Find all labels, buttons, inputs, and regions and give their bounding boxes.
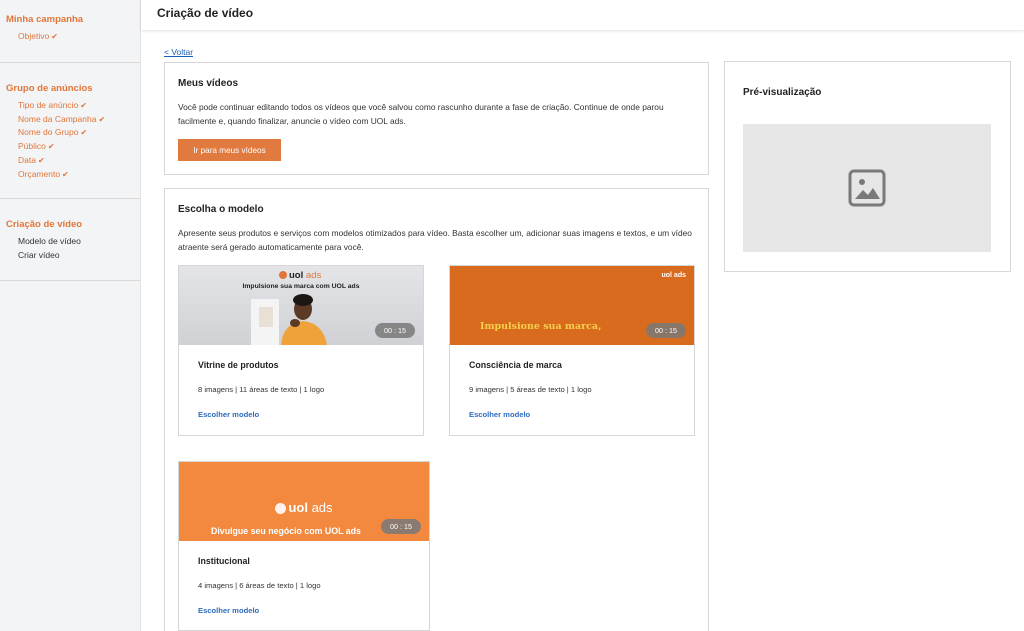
template-card-institucional[interactable]: uol ads Divulgue seu negócio com UOL ads… xyxy=(178,461,430,631)
models-description: Apresente seus produtos e serviços com m… xyxy=(178,228,692,252)
my-videos-panel: Meus vídeos Você pode continuar editando… xyxy=(164,62,709,175)
sidebar-item-label: Nome da Campanha xyxy=(18,113,97,124)
sidebar-item-orcamento[interactable]: Orçamento ✔ xyxy=(18,168,140,182)
template-meta: 4 imagens | 6 áreas de texto | 1 logo xyxy=(198,581,321,590)
uol-logo-icon xyxy=(275,503,287,515)
duration-badge: 00 : 15 xyxy=(646,323,686,338)
sidebar-section-title[interactable]: Minha campanha xyxy=(6,14,140,25)
go-to-my-videos-button[interactable]: Ir para meus vídeos xyxy=(178,139,281,161)
page-title: Criação de vídeo xyxy=(157,6,254,20)
uol-logo-icon xyxy=(279,271,287,280)
models-panel: Escolha o modelo Apresente seus produtos… xyxy=(164,188,709,631)
template-name: Vitrine de produtos xyxy=(198,360,279,370)
sidebar-item-criar-video[interactable]: Criar vídeo xyxy=(18,249,140,263)
check-icon: ✔ xyxy=(80,101,87,110)
sidebar-item-label: Data xyxy=(18,154,36,165)
check-icon: ✔ xyxy=(37,155,45,165)
sidebar-section-campaign: Minha campanha Objetivo ✔ xyxy=(0,0,140,63)
preview-placeholder xyxy=(743,124,991,252)
my-videos-title: Meus vídeos xyxy=(178,78,239,89)
sidebar-item-tipo-anuncio[interactable]: Tipo de anúncio ✔ xyxy=(18,99,140,113)
sidebar-item-label: Orçamento xyxy=(18,168,61,179)
sidebar-item-nome-campanha[interactable]: Nome da Campanha ✔ xyxy=(18,113,140,127)
logo-text: uol xyxy=(289,270,304,281)
sidebar-section-title[interactable]: Criação de vídeo xyxy=(6,219,140,230)
template-card-consciencia[interactable]: uol ads Impulsione sua marca, 00 : 15 Co… xyxy=(449,265,695,436)
my-videos-description: Você pode continuar editando todos os ví… xyxy=(178,102,664,126)
back-link[interactable]: < Voltar xyxy=(164,47,193,57)
template-card-vitrine[interactable]: uol ads Impulsione sua marca com UOL ads… xyxy=(178,265,424,436)
choose-template-link[interactable]: Escolher modelo xyxy=(469,410,530,419)
sidebar-item-publico[interactable]: Público ✔ xyxy=(18,140,140,154)
template-name: Institucional xyxy=(198,556,250,566)
template-name: Consciência de marca xyxy=(469,360,562,370)
sidebar-section-title[interactable]: Grupo de anúncios xyxy=(6,83,140,94)
sidebar-item-objetivo[interactable]: Objetivo ✔ xyxy=(18,30,140,44)
sidebar-item-data[interactable]: Data ✔ xyxy=(18,154,140,168)
uol-ads-logo: uol ads xyxy=(279,270,321,281)
thumbnail-headline: Impulsione sua marca, xyxy=(480,321,602,332)
sidebar: Minha campanha Objetivo ✔ Grupo de anúnci… xyxy=(0,0,141,631)
thumbnail-headline: Impulsione sua marca com UOL ads xyxy=(242,283,360,290)
duration-badge: 00 : 15 xyxy=(381,519,421,534)
sidebar-item-nome-grupo[interactable]: Nome do Grupo ✔ xyxy=(18,126,140,140)
logo-text: uol xyxy=(288,500,308,515)
sidebar-section-video-creation: Criação de vídeo Modelo de vídeo Criar v… xyxy=(0,199,140,281)
check-icon: ✔ xyxy=(98,114,106,124)
sidebar-item-label: Público xyxy=(18,141,46,152)
uol-ads-logo: uol ads xyxy=(661,272,686,279)
check-icon: ✔ xyxy=(47,142,55,152)
sidebar-section-ad-group: Grupo de anúncios Tipo de anúncio ✔ Nome … xyxy=(0,63,140,199)
template-thumbnail[interactable]: uol ads Impulsione sua marca com UOL ads… xyxy=(179,266,423,345)
template-meta: 8 imagens | 11 áreas de texto | 1 logo xyxy=(198,385,325,394)
template-thumbnail[interactable]: uol ads Divulgue seu negócio com UOL ads… xyxy=(179,462,429,541)
check-icon: ✔ xyxy=(80,128,88,138)
uol-ads-logo: uol ads xyxy=(179,500,429,515)
sidebar-item-modelo-video[interactable]: Modelo de vídeo xyxy=(18,235,140,249)
sidebar-item-label: Objetivo xyxy=(18,31,50,41)
preview-panel: Pré-visualização xyxy=(724,61,1011,272)
template-thumbnail[interactable]: uol ads Impulsione sua marca, 00 : 15 xyxy=(450,266,694,345)
choose-template-link[interactable]: Escolher modelo xyxy=(198,410,259,419)
check-icon: ✔ xyxy=(51,32,58,41)
logo-ads-text: ads xyxy=(305,270,322,281)
page-header: Criação de vídeo xyxy=(141,0,1024,30)
models-title: Escolha o modelo xyxy=(178,204,264,215)
sidebar-item-label: Tipo de anúncio xyxy=(18,100,79,110)
template-meta: 9 imagens | 5 áreas de texto | 1 logo xyxy=(469,385,592,394)
check-icon: ✔ xyxy=(62,169,69,179)
preview-title: Pré-visualização xyxy=(743,87,822,98)
image-placeholder-icon xyxy=(848,169,886,207)
person-image xyxy=(251,293,351,345)
logo-ads-text: ads xyxy=(311,500,333,515)
duration-badge: 00 : 15 xyxy=(375,323,415,338)
thumbnail-headline: Divulgue seu negócio com UOL ads xyxy=(211,526,361,536)
choose-template-link[interactable]: Escolher modelo xyxy=(198,606,259,615)
sidebar-item-label: Nome do Grupo xyxy=(18,127,79,138)
